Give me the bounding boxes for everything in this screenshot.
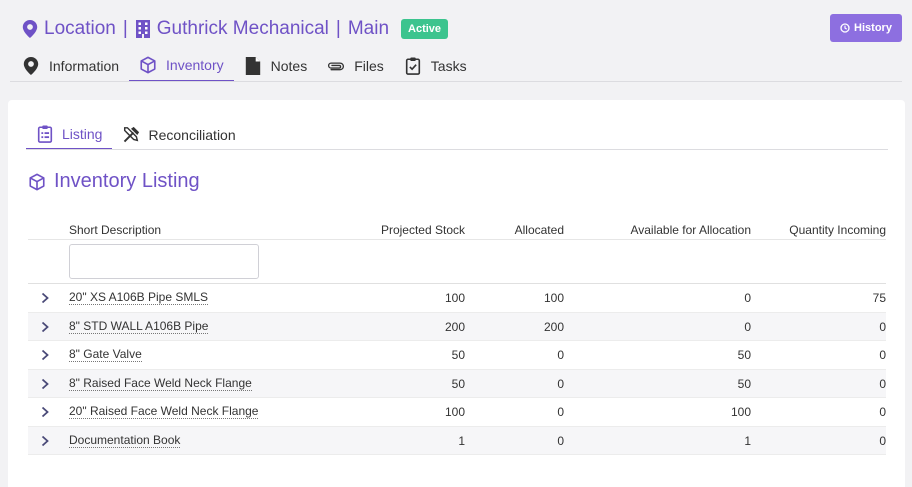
available-cell: 0 <box>744 319 751 334</box>
projected-stock-cell: 100 <box>444 291 465 305</box>
incoming-cell: 75 <box>872 291 886 305</box>
clipboard-list-icon <box>37 125 53 143</box>
col-available-for-allocation[interactable]: Available for Allocation <box>630 223 751 237</box>
projected-stock-cell: 100 <box>444 405 465 419</box>
tab-notes[interactable]: Notes <box>234 50 318 82</box>
tab-information-label: Information <box>49 58 120 74</box>
allocated-cell: 0 <box>557 433 564 448</box>
available-cell: 50 <box>737 376 751 391</box>
note-icon <box>245 57 260 75</box>
clipboard-check-icon <box>405 57 420 75</box>
table-row: 8" Gate Valve 50 0 50 0 <box>28 341 886 370</box>
item-description-link[interactable]: 8" Gate Valve <box>69 348 142 362</box>
filter-row <box>28 240 886 284</box>
subtab-listing[interactable]: Listing <box>26 120 113 150</box>
projected-stock-cell: 50 <box>451 376 465 391</box>
box-icon <box>29 173 45 190</box>
table-row: 20" XS A106B Pipe SMLS 100 100 0 75 <box>28 284 886 313</box>
allocated-cell: 200 <box>543 319 564 334</box>
subtab-listing-label: Listing <box>62 126 103 142</box>
item-description-link[interactable]: 20" Raised Face Weld Neck Flange <box>69 405 259 419</box>
tab-inventory-label: Inventory <box>166 57 224 73</box>
col-short-description[interactable]: Short Description <box>69 223 161 237</box>
incoming-cell: 0 <box>879 376 886 391</box>
title-company: Guthrick Mechanical <box>156 18 329 39</box>
tab-files[interactable]: Files <box>317 50 394 82</box>
table-header: Short Description Projected Stock Alloca… <box>28 218 886 240</box>
chevron-right-icon[interactable] <box>40 435 50 447</box>
map-pin-icon <box>22 20 38 38</box>
allocated-cell: 0 <box>557 405 564 419</box>
allocated-cell: 0 <box>557 348 564 362</box>
inventory-table: Short Description Projected Stock Alloca… <box>28 218 886 455</box>
history-icon <box>840 23 850 33</box>
section-title: Inventory Listing <box>28 170 200 193</box>
page-header: Location | Guthrick Mechanical | Main Ac… <box>0 0 912 82</box>
header-divider <box>10 81 902 82</box>
chevron-right-icon[interactable] <box>40 406 50 418</box>
inventory-card: Listing Reconciliation Inventory Listing… <box>8 100 905 487</box>
history-button-label: History <box>854 22 892 34</box>
col-projected-stock[interactable]: Projected Stock <box>381 223 465 237</box>
available-cell: 50 <box>737 348 751 362</box>
available-cell: 1 <box>744 433 751 448</box>
map-pin-icon <box>23 57 39 75</box>
available-cell: 100 <box>730 405 751 419</box>
box-icon <box>140 56 156 74</box>
table-row: 8" Raised Face Weld Neck Flange 50 0 50 … <box>28 369 886 398</box>
subtab-reconciliation[interactable]: Reconciliation <box>112 120 245 150</box>
projected-stock-cell: 50 <box>451 348 465 362</box>
item-description-link[interactable]: 20" XS A106B Pipe SMLS <box>69 291 209 305</box>
col-allocated[interactable]: Allocated <box>515 223 564 237</box>
title-location: Location <box>44 18 116 39</box>
subtab-reconciliation-label: Reconciliation <box>148 127 236 143</box>
table-row: Documentation Book 1 0 1 0 <box>28 426 886 455</box>
subtab-divider <box>26 149 888 150</box>
inventory-subtabs: Listing Reconciliation <box>26 120 246 150</box>
tab-information[interactable]: Information <box>12 50 129 82</box>
building-icon <box>135 20 150 38</box>
item-description-link[interactable]: Documentation Book <box>69 433 181 448</box>
chevron-right-icon[interactable] <box>40 349 50 361</box>
col-quantity-incoming[interactable]: Quantity Incoming <box>789 223 886 237</box>
section-title-text: Inventory Listing <box>54 170 200 192</box>
chevron-right-icon[interactable] <box>40 292 50 304</box>
history-button[interactable]: History <box>830 14 902 42</box>
table-row: 8" STD WALL A106B Pipe 200 200 0 0 <box>28 312 886 341</box>
tab-tasks[interactable]: Tasks <box>394 50 477 82</box>
tools-icon <box>124 126 140 143</box>
incoming-cell: 0 <box>879 319 886 334</box>
chevron-right-icon[interactable] <box>40 378 50 390</box>
incoming-cell: 0 <box>879 405 886 419</box>
projected-stock-cell: 1 <box>458 433 465 448</box>
item-description-link[interactable]: 8" STD WALL A106B Pipe <box>69 319 209 334</box>
allocated-cell: 0 <box>557 376 564 391</box>
allocated-cell: 100 <box>543 291 564 305</box>
page-title: Location | Guthrick Mechanical | Main Ac… <box>22 15 449 43</box>
available-cell: 0 <box>744 291 751 305</box>
tab-tasks-label: Tasks <box>430 58 467 74</box>
chevron-right-icon[interactable] <box>40 321 50 333</box>
projected-stock-cell: 200 <box>444 319 465 334</box>
incoming-cell: 0 <box>879 433 886 448</box>
incoming-cell: 0 <box>879 348 886 362</box>
table-row: 20" Raised Face Weld Neck Flange 100 0 1… <box>28 398 886 427</box>
main-tabs: Information Inventory Notes Files Tasks <box>12 50 477 82</box>
description-filter-input[interactable] <box>69 244 259 279</box>
tab-notes-label: Notes <box>270 58 308 74</box>
title-site: Main <box>347 18 390 39</box>
paperclip-icon <box>328 62 345 71</box>
tab-inventory[interactable]: Inventory <box>129 50 234 82</box>
status-badge: Active <box>401 19 449 39</box>
item-description-link[interactable]: 8" Raised Face Weld Neck Flange <box>69 376 252 391</box>
tab-files-label: Files <box>354 58 384 74</box>
